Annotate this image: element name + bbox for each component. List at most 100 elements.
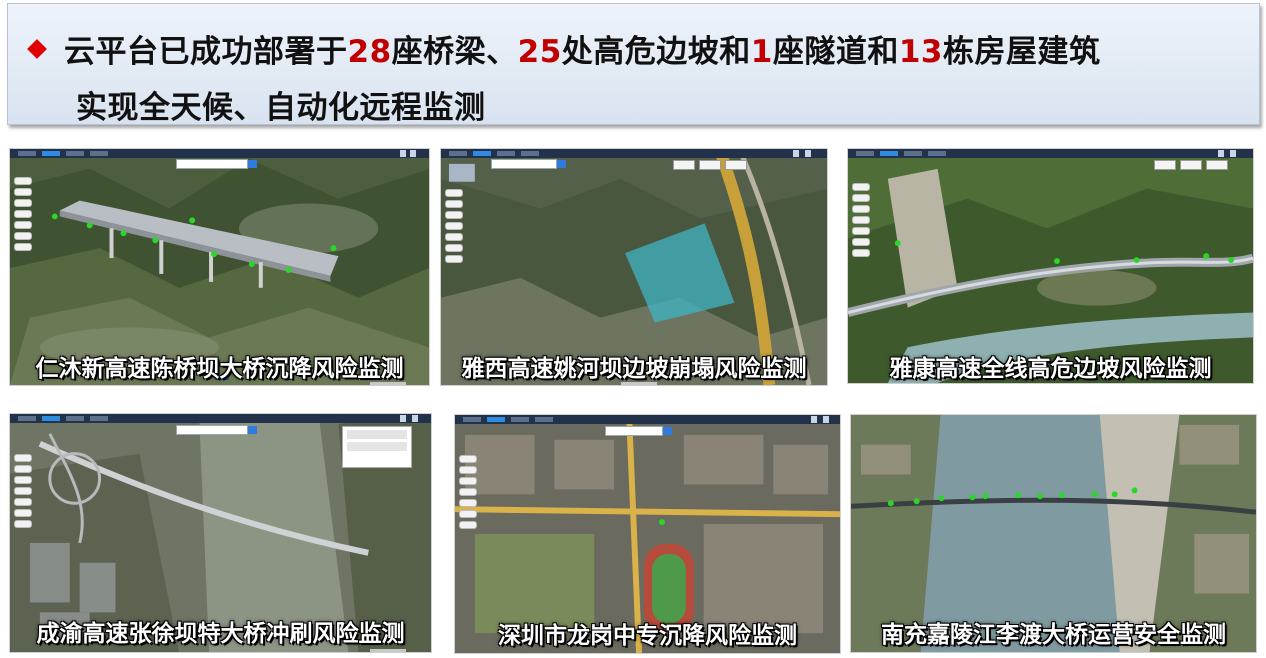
search-icon[interactable] <box>663 427 672 435</box>
side-menu-item[interactable] <box>14 520 32 528</box>
side-menu-item[interactable] <box>459 499 477 507</box>
toolbar-tab[interactable] <box>66 416 84 421</box>
toolbar-icon[interactable] <box>811 416 817 423</box>
toolbar-tab[interactable] <box>449 151 467 156</box>
map-control-button[interactable] <box>673 160 695 170</box>
side-menu-item[interactable] <box>14 210 32 218</box>
toolbar-tab-active[interactable] <box>473 151 491 156</box>
side-menu-item[interactable] <box>459 521 477 529</box>
toolbar-icon[interactable] <box>823 416 829 423</box>
toolbar-tab[interactable] <box>463 417 481 422</box>
toolbar-tab-active[interactable] <box>42 416 60 421</box>
side-menu-item[interactable] <box>852 205 870 213</box>
dropdown-option[interactable] <box>347 442 407 451</box>
side-menu-item[interactable] <box>445 189 463 197</box>
search-icon[interactable] <box>248 426 257 434</box>
side-menu-item[interactable] <box>14 199 32 207</box>
side-menu-item[interactable] <box>445 200 463 208</box>
side-menu-item[interactable] <box>445 233 463 241</box>
toolbar-tab[interactable] <box>535 417 553 422</box>
search-input[interactable] <box>491 159 557 169</box>
case-screenshot-5[interactable]: 深圳市龙岗中专沉降风险监测 <box>454 414 841 654</box>
side-menu-item[interactable] <box>14 487 32 495</box>
toolbar-tab[interactable] <box>18 416 36 421</box>
case-caption: 南充嘉陵江李渡大桥运营安全监测 <box>881 622 1226 648</box>
side-menu-item[interactable] <box>852 216 870 224</box>
side-menu-item[interactable] <box>445 255 463 263</box>
case-screenshot-1[interactable]: 仁沐新高速陈桥坝大桥沉降风险监测 <box>9 148 430 386</box>
headline-prefix: 云平台已成功部署于 <box>64 34 348 70</box>
search-icon[interactable] <box>248 160 257 168</box>
app-toolbar <box>10 414 431 423</box>
side-menu-item[interactable] <box>14 232 32 240</box>
side-menu-item[interactable] <box>445 211 463 219</box>
side-menu-item[interactable] <box>459 488 477 496</box>
map-control-button[interactable] <box>1154 160 1176 170</box>
side-menu-item[interactable] <box>459 510 477 518</box>
side-menu-item[interactable] <box>14 188 32 196</box>
map-control-button[interactable] <box>725 160 747 170</box>
layer-dropdown[interactable] <box>342 426 412 468</box>
side-menu-item[interactable] <box>459 477 477 485</box>
toolbar-tab-active[interactable] <box>42 151 60 156</box>
toolbar-icon[interactable] <box>400 415 406 422</box>
bridge-count: 28 <box>347 34 392 70</box>
toolbar-icon[interactable] <box>793 150 799 157</box>
toolbar-tab[interactable] <box>66 151 84 156</box>
case-screenshot-6[interactable]: 南充嘉陵江李渡大桥运营安全监测 <box>850 414 1257 653</box>
dropdown-option[interactable] <box>347 430 407 439</box>
map-control-button[interactable] <box>1180 160 1202 170</box>
side-menu-item[interactable] <box>852 227 870 235</box>
toolbar-icon[interactable] <box>1218 150 1224 157</box>
side-menu <box>459 455 477 532</box>
side-menu-item[interactable] <box>14 509 32 517</box>
side-menu-item[interactable] <box>852 183 870 191</box>
building-count: 13 <box>898 34 943 70</box>
case-screenshot-3[interactable]: 雅康高速全线高危边坡风险监测 <box>847 148 1254 384</box>
side-menu-item[interactable] <box>14 454 32 462</box>
toolbar-icon[interactable] <box>400 150 406 157</box>
side-menu-item[interactable] <box>459 455 477 463</box>
search-input[interactable] <box>605 426 663 436</box>
side-menu <box>445 189 463 266</box>
terrain-scene-3 <box>848 149 1253 383</box>
red-diamond-bullet-icon <box>27 39 47 59</box>
side-menu-item[interactable] <box>852 249 870 257</box>
toolbar-icon[interactable] <box>805 150 811 157</box>
toolbar-tab-active[interactable] <box>487 417 505 422</box>
side-menu-item[interactable] <box>459 466 477 474</box>
side-menu-item[interactable] <box>14 221 32 229</box>
app-toolbar <box>10 149 429 158</box>
app-toolbar <box>441 149 827 158</box>
search-input[interactable] <box>176 159 248 169</box>
side-menu-item[interactable] <box>14 177 32 185</box>
side-menu-item[interactable] <box>14 498 32 506</box>
case-screenshot-2[interactable]: 雅西高速姚河坝边坡崩塌风险监测 <box>440 148 828 386</box>
search-input[interactable] <box>176 425 248 435</box>
toolbar-tab[interactable] <box>928 151 946 156</box>
toolbar-icon[interactable] <box>412 415 418 422</box>
toolbar-tab[interactable] <box>497 151 515 156</box>
toolbar-tab[interactable] <box>856 151 874 156</box>
toolbar-tab[interactable] <box>511 417 529 422</box>
toolbar-tab-active[interactable] <box>880 151 898 156</box>
side-menu-item[interactable] <box>14 465 32 473</box>
map-control-button[interactable] <box>1206 160 1228 170</box>
side-menu-item[interactable] <box>14 243 32 251</box>
toolbar-tab[interactable] <box>904 151 922 156</box>
side-menu-item[interactable] <box>852 194 870 202</box>
case-caption: 仁沐新高速陈桥坝大桥沉降风险监测 <box>35 356 404 382</box>
toolbar-tab[interactable] <box>521 151 539 156</box>
toolbar-tab[interactable] <box>90 416 108 421</box>
side-menu-item[interactable] <box>445 244 463 252</box>
toolbar-tab[interactable] <box>90 151 108 156</box>
toolbar-icon[interactable] <box>410 150 416 157</box>
side-menu-item[interactable] <box>852 238 870 246</box>
side-menu-item[interactable] <box>445 222 463 230</box>
toolbar-icon[interactable] <box>1230 150 1236 157</box>
search-icon[interactable] <box>557 160 566 168</box>
toolbar-tab[interactable] <box>18 151 36 156</box>
map-control-button[interactable] <box>699 160 721 170</box>
side-menu-item[interactable] <box>14 476 32 484</box>
case-screenshot-4[interactable]: 成渝高速张徐坝特大桥冲刷风险监测 <box>9 413 432 653</box>
